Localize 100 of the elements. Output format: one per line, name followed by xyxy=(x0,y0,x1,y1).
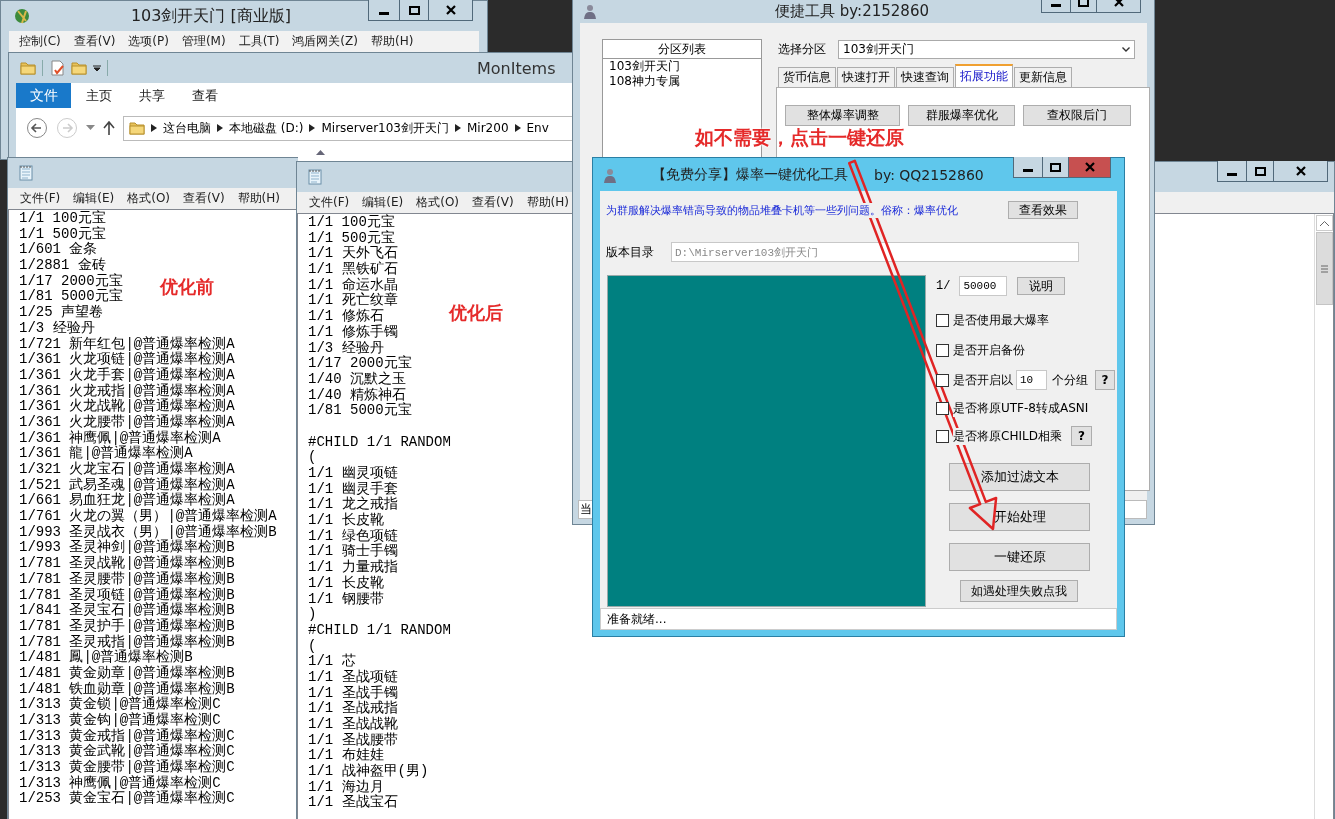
maximize-button[interactable] xyxy=(1042,157,1069,178)
menu-item[interactable]: 帮助(H) xyxy=(370,33,414,50)
tool-button[interactable]: 整体爆率调整 xyxy=(785,105,900,126)
menu-item[interactable]: 查看(V) xyxy=(183,190,225,207)
partition-dropdown[interactable]: 103剑开天门 xyxy=(838,39,1135,59)
menu-item[interactable]: 格式(O) xyxy=(127,190,171,207)
breadcrumb-item[interactable]: 这台电脑 xyxy=(163,119,211,137)
minimize-button[interactable] xyxy=(1013,157,1043,178)
list-item[interactable]: 108神力专属 xyxy=(603,74,761,89)
close-button[interactable] xyxy=(1273,161,1328,182)
menu-item[interactable]: 格式(O) xyxy=(416,194,460,211)
triangle-right-icon xyxy=(514,124,521,132)
close-button[interactable] xyxy=(428,0,473,21)
menu-item[interactable]: 查看(V) xyxy=(73,33,116,50)
list-item[interactable]: 103剑开天门 xyxy=(603,59,761,74)
breadcrumb-item[interactable]: Mirserver103剑开天门 xyxy=(321,119,449,137)
text-line: 1/521 武易圣魂|@普通爆率检测A xyxy=(19,477,235,493)
checkbox[interactable] xyxy=(936,373,949,387)
tab[interactable]: 货币信息 xyxy=(778,67,836,87)
checkbox-label[interactable]: 是否开启以 xyxy=(953,371,1013,389)
scroll-thumb[interactable] xyxy=(1315,232,1333,305)
scrollbar[interactable] xyxy=(1314,214,1333,819)
annotation-text: 如不需要，点击一键还原 xyxy=(695,125,904,150)
menu-item[interactable]: 编辑(E) xyxy=(362,194,404,211)
window-title: 103剑开天门 [商业版] xyxy=(129,5,293,27)
caret-down-icon[interactable] xyxy=(93,64,101,72)
menu-item[interactable]: 工具(T) xyxy=(238,33,280,50)
menu-item[interactable]: 帮助(H) xyxy=(237,190,280,207)
menu-item[interactable]: 帮助(H) xyxy=(526,194,569,211)
text-line: 1/781 圣灵战靴|@普通爆率检测B xyxy=(19,556,235,572)
menu-item[interactable]: 管理(M) xyxy=(181,33,226,50)
minimize-button[interactable] xyxy=(1217,161,1247,182)
text-line: 1/313 黄金武靴|@普通爆率检测C xyxy=(19,744,235,760)
menu-item[interactable]: 文件(F) xyxy=(20,190,61,207)
close-icon xyxy=(445,5,456,15)
tool-button[interactable]: 查权限后门 xyxy=(1023,105,1131,126)
back-icon[interactable] xyxy=(26,117,48,139)
minimize-button[interactable] xyxy=(368,0,400,21)
help-button[interactable]: ? xyxy=(1095,370,1115,390)
text-line: 1/781 圣灵腰带|@普通爆率检测B xyxy=(19,571,235,587)
text-line: 1/601 金条 xyxy=(19,242,98,258)
tab[interactable]: 快速打开 xyxy=(837,67,895,87)
checkbox-label[interactable]: 是否将原UTF-8转成ASNI xyxy=(953,399,1089,417)
text-line: 1/1 圣战宝石 xyxy=(308,795,398,812)
menu-item[interactable]: 控制(C) xyxy=(19,33,61,50)
checkbox[interactable] xyxy=(936,313,949,327)
text-line: 1/81 5000元宝 xyxy=(308,403,412,419)
document-check-icon[interactable] xyxy=(49,60,65,76)
checkbox[interactable] xyxy=(936,343,949,357)
file-tab[interactable]: 文件 xyxy=(16,83,71,108)
tab[interactable]: 快速查询 xyxy=(896,67,954,87)
breadcrumb-item[interactable]: Env xyxy=(526,121,549,135)
text-line: 1/313 神鹰佩|@普通爆率检测C xyxy=(19,775,221,791)
text-line: 1/661 易血狂龙|@普通爆率检测A xyxy=(19,493,235,509)
text-line: 1/2881 金砖 xyxy=(19,258,106,274)
text-line: 1/1 500元宝 xyxy=(308,230,395,246)
checkbox[interactable] xyxy=(936,429,949,443)
menu-item[interactable]: 查看(V) xyxy=(472,194,514,211)
tab[interactable]: 更新信息 xyxy=(1014,67,1072,87)
menu-item[interactable]: 文件(F) xyxy=(309,194,350,211)
text-line: 1/25 声望卷 xyxy=(19,305,103,321)
up-arrow-icon[interactable] xyxy=(103,121,115,135)
failure-help-button[interactable]: 如遇处理失败点我 xyxy=(960,580,1078,602)
chevron-down-icon[interactable] xyxy=(1122,46,1130,52)
action-button[interactable]: 一键还原 xyxy=(949,543,1090,571)
tab[interactable]: 拓展功能 xyxy=(955,64,1013,87)
checkbox-label[interactable]: 是否将原CHILD相乘 xyxy=(953,427,1062,445)
tool-button[interactable]: 群服爆率优化 xyxy=(908,105,1015,126)
text-line: 1/361 火龙腰带|@普通爆率检测A xyxy=(19,414,235,430)
group-size-field[interactable]: 10 xyxy=(1016,370,1047,390)
menu-item[interactable]: 鸿盾网关(Z) xyxy=(292,33,358,50)
text-line: 1/361 神鹰佩|@普通爆率检测A xyxy=(19,430,221,446)
figure-icon xyxy=(602,166,618,183)
action-button[interactable]: 开始处理 xyxy=(949,503,1090,531)
view-effect-button[interactable]: 查看效果 xyxy=(1008,201,1078,219)
breadcrumb-item[interactable]: Mir200 xyxy=(467,121,509,135)
ribbon-tab[interactable]: 共享 xyxy=(139,86,165,105)
caret-up-icon[interactable] xyxy=(1319,220,1329,226)
text-line: 1/313 黄金戒指|@普通爆率检测C xyxy=(19,728,235,744)
address-bar[interactable]: 这台电脑 本地磁盘 (D:) Mirserver103剑开天门 Mir200 Env xyxy=(123,115,572,141)
text-line: 1/1 命运水晶 xyxy=(308,277,398,293)
checkbox-label[interactable]: 是否使用最大爆率 xyxy=(953,311,1049,329)
ratio-field[interactable]: 50000 xyxy=(959,276,1008,296)
ribbon-tab[interactable]: 查看 xyxy=(192,86,218,105)
maximize-button[interactable] xyxy=(399,0,429,21)
checkbox[interactable] xyxy=(936,401,949,415)
minimize-icon xyxy=(1051,3,1061,7)
menu-item[interactable]: 选项(P) xyxy=(128,33,169,50)
action-button[interactable]: 添加过滤文本 xyxy=(949,463,1090,491)
text-line: 1/781 圣灵护手|@普通爆率检测B xyxy=(19,618,235,634)
window-title: MonItems xyxy=(477,59,556,78)
menu-item[interactable]: 编辑(E) xyxy=(73,190,115,207)
directory-field[interactable]: D:\Mirserver103剑开天门 xyxy=(671,242,1079,262)
maximize-button[interactable] xyxy=(1246,161,1274,182)
help-button[interactable]: ? xyxy=(1070,426,1092,446)
text-line: 1/1 修炼石 xyxy=(308,309,384,325)
ribbon-tab[interactable]: 主页 xyxy=(86,86,112,105)
breadcrumb-item[interactable]: 本地磁盘 (D:) xyxy=(229,119,304,137)
checkbox-label[interactable]: 是否开启备份 xyxy=(953,341,1025,359)
explain-button[interactable]: 说明 xyxy=(1017,277,1066,295)
